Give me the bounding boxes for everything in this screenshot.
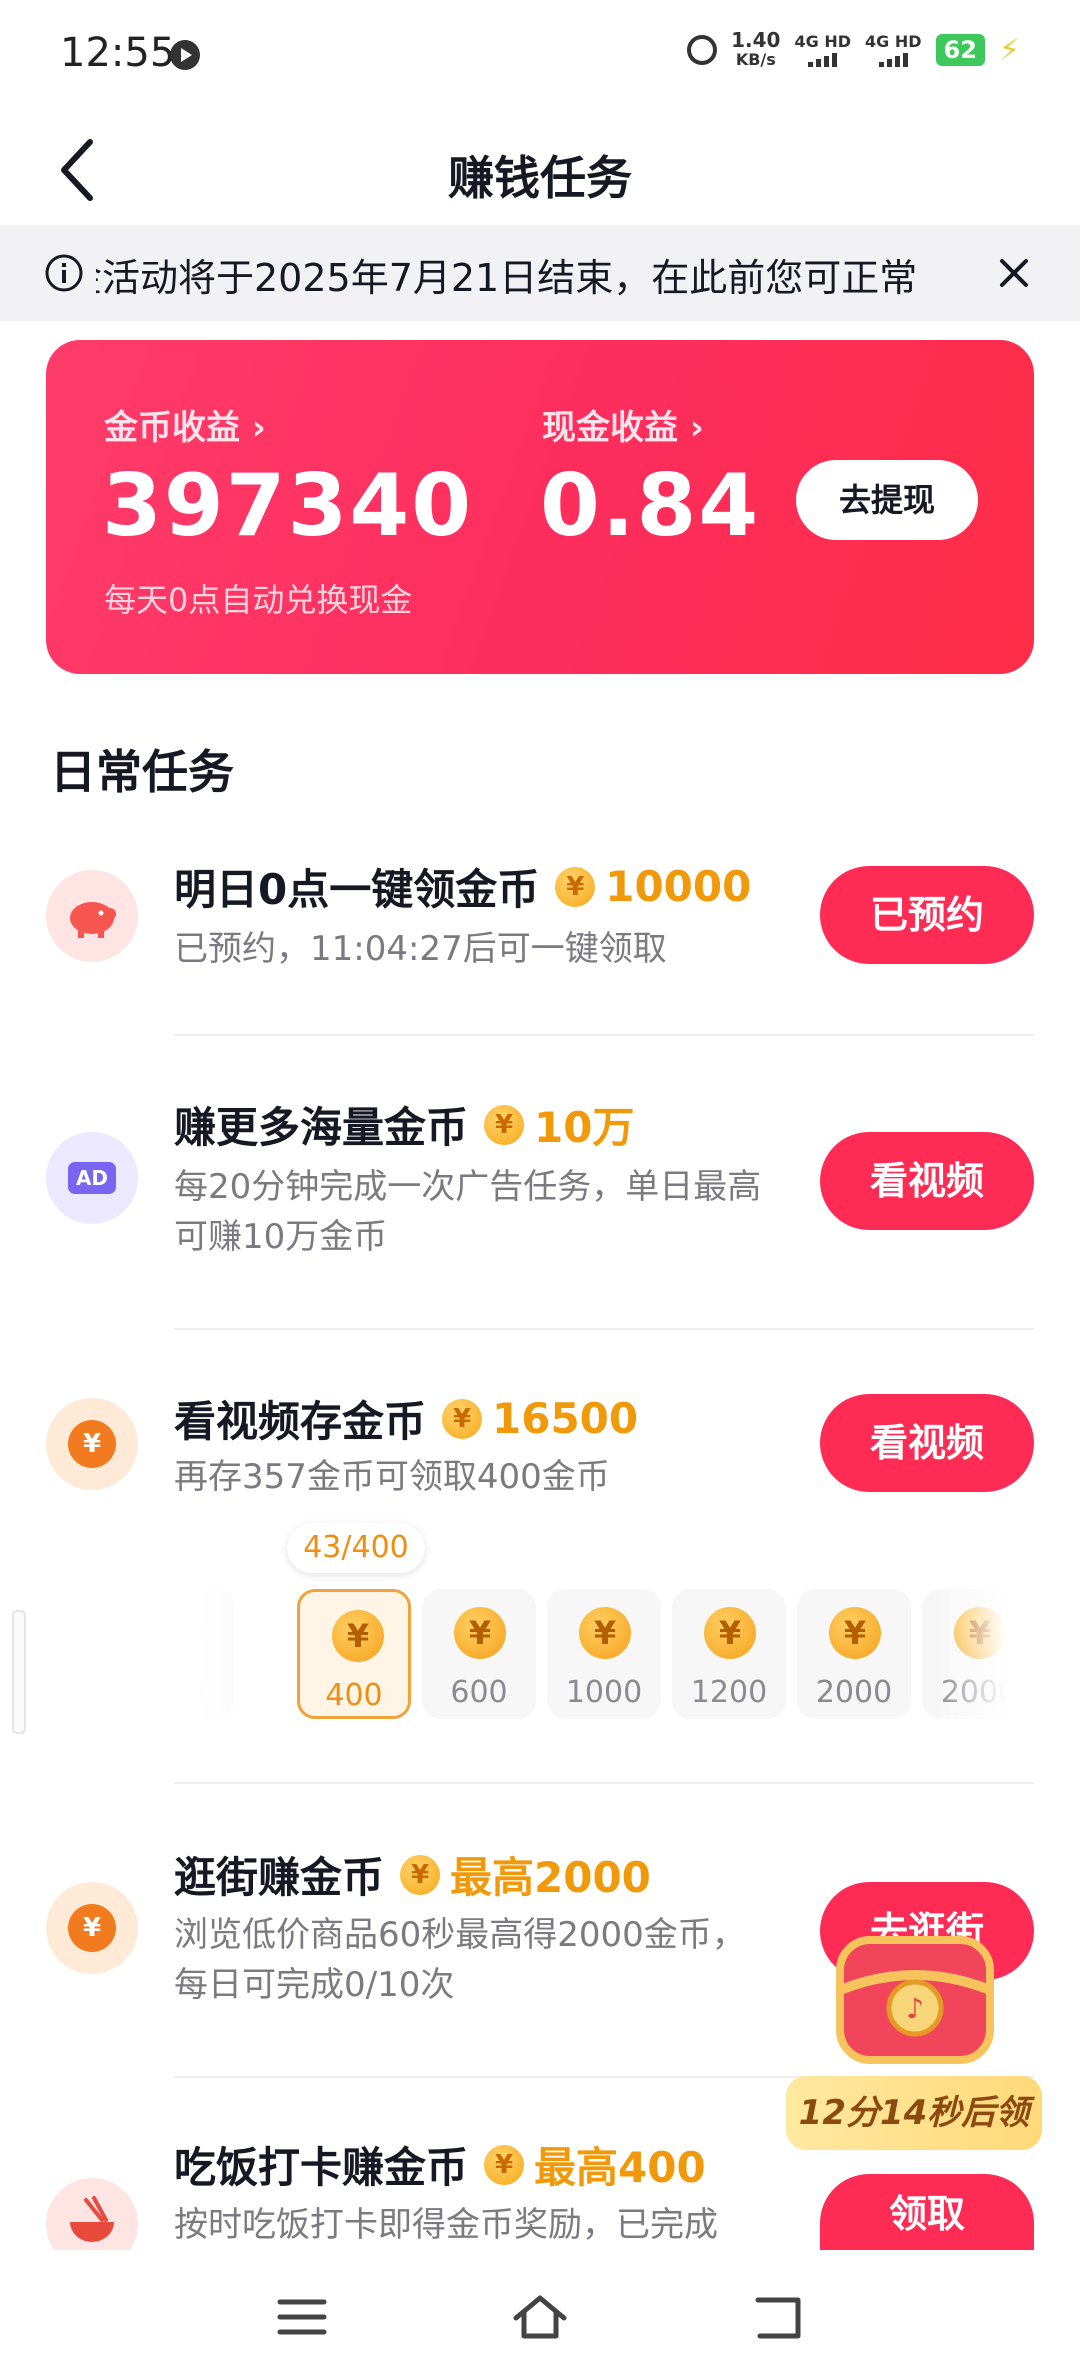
claim-button[interactable]: 领取 [820,2174,1034,2254]
withdraw-button[interactable]: 去提现 [796,460,978,540]
speed-unit: KB/s [735,50,776,69]
task-description: 已预约，11:04:27后可一键领取 [174,929,667,969]
coin-step-amount: 2000 [815,1675,893,1710]
task-reward: 10000 [605,862,752,911]
task-reward: 10万 [534,1103,635,1152]
coin-steps-scroller[interactable]: ✓200 ¥400 ¥600 ¥1000 ¥1200 ¥2000 ¥2000 [200,1585,1006,1725]
task-description: 再存357金币可领取400金币 [174,1457,610,1497]
coin-earnings-value: 397340 [102,456,474,556]
yuan-coin-icon: ¥ [46,1882,138,1974]
yuan-coin-icon: ¥ [46,1398,138,1490]
coin-icon: ¥ [704,1607,756,1659]
task-title: 逛街赚金币 ¥ 最高2000 [174,1844,651,1905]
task-description: 浏览低价商品60秒最高得2000金币，每日可完成0/10次 [174,1915,746,2005]
coin-icon: ¥ [400,1854,441,1895]
watch-video-button[interactable]: 看视频 [820,1132,1034,1230]
menu-icon[interactable] [272,2292,332,2342]
status-icons: 1.40 KB/s 4G HD 4G HD 62 ⚡ [687,30,1020,70]
status-time: 12:55 [60,30,176,76]
divider [174,1782,1034,1784]
earnings-subtitle: 每天0点自动兑换现金 [104,581,413,619]
speed-value: 1.40 [731,28,781,52]
task-title: 看视频存金币 ¥ 16500 [174,1388,638,1449]
coin-earnings-link[interactable]: 金币收益 › [104,400,266,449]
task-reward: 16500 [492,1394,639,1443]
scroll-fade-right [936,1585,1006,1725]
task-name: 明日0点一键领金币 [174,865,540,914]
signal-1-label: 4G HD [794,32,851,51]
section-title: 日常任务 [50,745,234,799]
coin-icon: ¥ [454,1607,506,1659]
coin-icon: ¥ [442,1398,483,1439]
task-title: 明日0点一键领金币 ¥ 10000 [174,856,751,917]
notice-banner: 金活动将于2025年7月21日结束，在此前您可正常 [0,225,1080,321]
svg-text:♪: ♪ [906,1992,924,2025]
signal-2-label: 4G HD [865,32,922,51]
task-reward: 最高2000 [450,1853,651,1902]
network-speed: 1.40 KB/s [731,30,780,70]
task-title: 赚更多海量金币 ¥ 10万 [174,1094,634,1155]
task-name: 赚更多海量金币 [174,1103,469,1152]
system-nav-bar [0,2250,1080,2376]
signal-1: 4G HD [794,33,851,67]
coin-step[interactable]: ¥600 [422,1589,536,1719]
coin-step[interactable]: ¥1200 [672,1589,786,1719]
coin-icon: ¥ [579,1607,631,1659]
coin-step[interactable]: ¥2000 [797,1589,911,1719]
coin-icon: ¥ [484,2144,525,2185]
coin-icon: ¥ [555,866,596,907]
treasure-countdown[interactable]: 12分14秒后领 [786,2076,1042,2150]
coin-icon: ¥ [332,1610,384,1662]
coin-step-amount: 1200 [690,1675,768,1710]
status-bar: 12:55 1.40 KB/s 4G HD 4G HD 62 ⚡ [0,0,1080,120]
task-name: 吃饭打卡赚金币 [174,2143,469,2192]
yuan-symbol: ¥ [68,1420,116,1468]
back-nav-icon[interactable] [748,2292,808,2342]
task-name: 看视频存金币 [174,1397,427,1446]
charging-icon: ⚡ [998,32,1020,68]
progress-tooltip: 43/400 [287,1523,425,1573]
coin-icon: ¥ [484,1104,525,1145]
signal-bars-icon [794,51,851,67]
ad-icon: AD [46,1132,138,1224]
treasure-chest-icon[interactable]: ♪ [820,1920,1010,2080]
signal-bars-icon [865,51,922,67]
task-description: 每20分钟完成一次广告任务，单日最高可赚10万金币 [174,1167,762,1257]
yuan-symbol: ¥ [68,1904,116,1952]
divider [174,1328,1034,1330]
signal-2: 4G HD [865,33,922,67]
cash-earnings-value: 0.84 [540,456,761,556]
task-name: 逛街赚金币 [174,1853,385,1902]
divider [174,1034,1034,1036]
coin-step[interactable]: ¥1000 [547,1589,661,1719]
reserved-button[interactable]: 已预约 [820,866,1034,964]
notice-text: 金活动将于2025年7月21日结束，在此前您可正常 [96,247,986,302]
coin-icon: ¥ [829,1607,881,1659]
alarm-icon [687,35,718,65]
earnings-card: 金币收益 › 397340 现金收益 › 0.84 去提现 每天0点自动兑换现金 [46,340,1034,674]
coin-step-current[interactable]: ¥400 [297,1589,411,1719]
screen-record-icon [170,40,200,70]
coin-step-amount: 1000 [565,1675,643,1710]
edge-handle[interactable] [12,1610,26,1734]
page-title: 赚钱任务 [448,151,632,205]
piggy-bank-icon [46,870,138,962]
coin-step-amount: 600 [450,1675,508,1710]
coin-step-amount: 400 [325,1678,383,1713]
cash-earnings-link[interactable]: 现金收益 › [542,400,704,449]
info-icon [45,254,83,292]
battery-indicator: 62 [935,34,985,66]
scroll-fade-left [200,1585,290,1725]
home-icon[interactable] [510,2292,570,2342]
close-icon[interactable] [992,251,1036,295]
ad-badge: AD [68,1162,116,1194]
task-description: 按时吃饭打卡即得金币奖励，已完成 [174,2205,718,2245]
page-header: 赚钱任务 [0,120,1080,220]
task-reward: 最高400 [534,2143,706,2192]
notice-message: 金活动将于2025年7月21日结束，在此前您可正常 [96,256,918,300]
task-title: 吃饭打卡赚金币 ¥ 最高400 [174,2134,706,2195]
watch-video-button[interactable]: 看视频 [820,1394,1034,1492]
